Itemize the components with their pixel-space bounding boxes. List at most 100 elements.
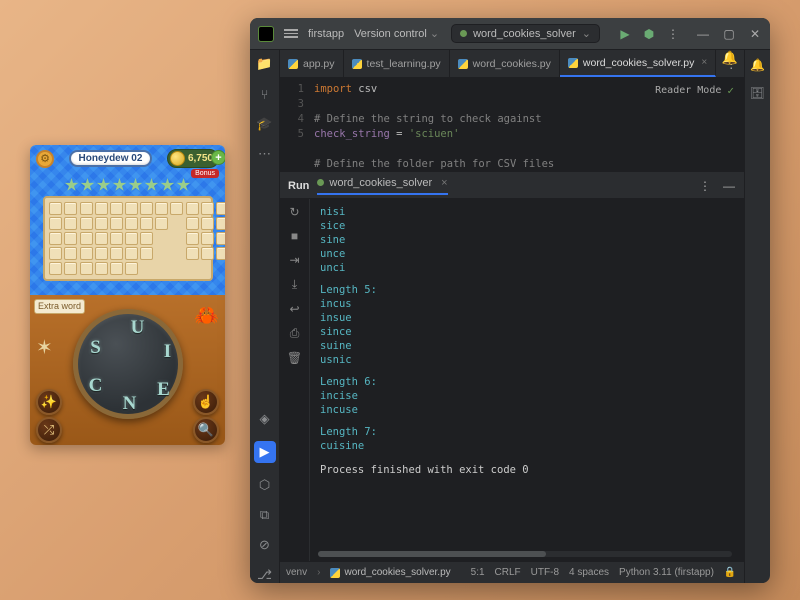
status-bar: venv › word_cookies_solver.py 5:1 CRLF U… [280, 561, 744, 583]
exit-message: Process finished with exit code 0 [320, 463, 734, 477]
editor-tabs: app.py test_learning.py word_cookies.py … [280, 50, 744, 78]
output-word: cuisine [320, 439, 734, 453]
wheel-letter[interactable]: I [156, 340, 180, 364]
run-panel-hide-icon[interactable]: — [722, 179, 736, 193]
layers-tool-icon[interactable]: ◈ [257, 411, 273, 427]
output-word: usnic [320, 353, 734, 367]
word-cookies-game: ⚙ Honeydew 02 6,750 Bonus [30, 145, 225, 445]
shuffle-button[interactable]: ⤮ [36, 417, 62, 443]
project-name[interactable]: firstapp [308, 28, 344, 40]
editor-tab-active[interactable]: word_cookies_solver.py× [560, 50, 716, 77]
wheel-letter[interactable]: U [126, 316, 150, 340]
more-tool-icon[interactable]: ⋯ [257, 146, 273, 162]
readonly-lock-icon[interactable]: 🔒 [724, 567, 736, 578]
terminal-tool-icon[interactable]: ⧉ [257, 507, 273, 523]
letter-wheel[interactable]: U I E N C S [73, 309, 183, 419]
editor-tab[interactable]: test_learning.py [344, 50, 450, 77]
project-tool-icon[interactable]: 📁 [257, 56, 273, 72]
code-editor[interactable]: 1 34 5 import csv # Define the string to… [280, 78, 744, 173]
output-heading: Length 6: [320, 375, 734, 389]
print-icon[interactable]: ⎙ [290, 326, 300, 341]
indent-setting[interactable]: 4 spaces [569, 567, 609, 578]
crab-icon: 🦀 [194, 303, 219, 328]
maximize-button[interactable]: ▢ [722, 27, 736, 41]
run-panel-options-icon[interactable]: ⋮ [698, 179, 712, 193]
version-control-dropdown[interactable]: Version control [354, 27, 439, 40]
console-output[interactable]: nisisicesineunceunciLength 5:incusinsues… [310, 199, 744, 561]
pointer-hint-button[interactable]: ☝ [193, 389, 219, 415]
run-config-selector[interactable]: word_cookies_solver ⌄ [451, 24, 600, 43]
debug-button[interactable]: ⬢ [642, 27, 656, 41]
scroll-lock-icon[interactable]: ⤓ [292, 277, 297, 292]
progress-stars [30, 178, 225, 192]
main-menu-button[interactable] [284, 29, 298, 38]
reader-mode-toggle[interactable]: Reader Mode [655, 84, 734, 97]
python-file-icon [568, 58, 578, 68]
hint-wand-button[interactable]: ✨ [36, 389, 62, 415]
bonus-tag: Bonus [191, 169, 219, 178]
output-word: unci [320, 261, 734, 275]
editor-tab[interactable]: app.py [280, 50, 344, 77]
python-file-icon [458, 59, 468, 69]
line-ending[interactable]: CRLF [495, 567, 521, 578]
run-panel-title: Run [288, 180, 309, 192]
line-gutter: 1 34 5 [280, 78, 310, 172]
structure-tool-icon[interactable]: ⑂ [257, 86, 273, 102]
python-file-icon [330, 568, 340, 578]
app-icon [258, 26, 274, 42]
output-word: nisi [320, 205, 734, 219]
titlebar: firstapp Version control word_cookies_so… [250, 18, 770, 50]
problems-tool-icon[interactable]: ⊘ [257, 537, 273, 553]
code-content[interactable]: import csv # Define the string to check … [310, 78, 554, 172]
coin-counter[interactable]: 6,750 [167, 149, 219, 168]
output-word: incus [320, 297, 734, 311]
close-tab-icon[interactable]: × [701, 57, 707, 68]
horizontal-scrollbar[interactable] [318, 551, 732, 557]
wheel-letter[interactable]: E [152, 378, 176, 402]
search-hint-button[interactable]: 🔍 [193, 417, 219, 443]
wheel-letter[interactable]: S [84, 336, 108, 360]
left-tool-strip: 📁 ⑂ 🎓 ⋯ ◈ ▶ ⬡ ⧉ ⊘ ⎇ [250, 50, 280, 583]
output-word: incuse [320, 403, 734, 417]
run-tool-icon[interactable]: ▶ [254, 441, 276, 463]
starfish-icon: ✶ [36, 335, 53, 360]
status-dot-icon [460, 30, 467, 37]
learn-tool-icon[interactable]: 🎓 [257, 116, 273, 132]
notifications-icon[interactable]: 🔔 [750, 58, 765, 72]
minimize-button[interactable]: ― [696, 27, 710, 41]
current-file[interactable]: word_cookies_solver.py [330, 567, 450, 578]
notifications-bell-icon[interactable]: 🔔 [722, 50, 738, 66]
wheel-letter[interactable]: C [84, 374, 108, 398]
word-grid [43, 196, 213, 281]
file-encoding[interactable]: UTF-8 [531, 567, 559, 578]
venv-indicator[interactable]: venv [286, 567, 307, 578]
stop-icon[interactable]: ■ [291, 229, 298, 243]
cursor-position[interactable]: 5:1 [471, 567, 485, 578]
vcs-tool-icon[interactable]: ⎇ [257, 567, 273, 583]
extra-word-jar[interactable]: Extra word [34, 299, 85, 314]
database-tool-icon[interactable]: 🗄 [750, 86, 765, 100]
step-icon[interactable]: ⇥ [289, 253, 299, 267]
interpreter[interactable]: Python 3.11 (firstapp) [619, 567, 714, 578]
run-config-tab[interactable]: word_cookies_solver× [317, 177, 447, 195]
output-word: insue [320, 311, 734, 325]
services-tool-icon[interactable]: ⬡ [257, 477, 273, 493]
level-badge: Honeydew 02 [69, 150, 153, 167]
settings-gear-icon[interactable]: ⚙ [36, 150, 54, 168]
output-heading: Length 7: [320, 425, 734, 439]
close-button[interactable]: ✕ [748, 27, 762, 41]
rerun-icon[interactable]: ↻ [289, 205, 299, 219]
wheel-letter[interactable]: N [118, 392, 142, 416]
run-panel-body: ↻ ■ ⇥ ⤓ ↩ ⎙ 🗑 nisisicesineunceunciLength… [280, 199, 744, 561]
output-word: unce [320, 247, 734, 261]
editor-tab[interactable]: word_cookies.py [450, 50, 560, 77]
game-letter-wheel-area: Extra word ✶ 🦀 U I E N C S ✨ ⤮ ☝ 🔍 [30, 295, 225, 445]
run-button[interactable]: ▶ [618, 27, 632, 41]
output-word: suine [320, 339, 734, 353]
more-actions-button[interactable]: ⋮ [666, 27, 680, 41]
softwrap-icon[interactable]: ↩ [289, 302, 299, 316]
game-board-area: ⚙ Honeydew 02 6,750 Bonus [30, 145, 225, 295]
clear-icon[interactable]: 🗑 [287, 351, 302, 365]
run-toolbar: ↻ ■ ⇥ ⤓ ↩ ⎙ 🗑 [280, 199, 310, 561]
output-word: since [320, 325, 734, 339]
